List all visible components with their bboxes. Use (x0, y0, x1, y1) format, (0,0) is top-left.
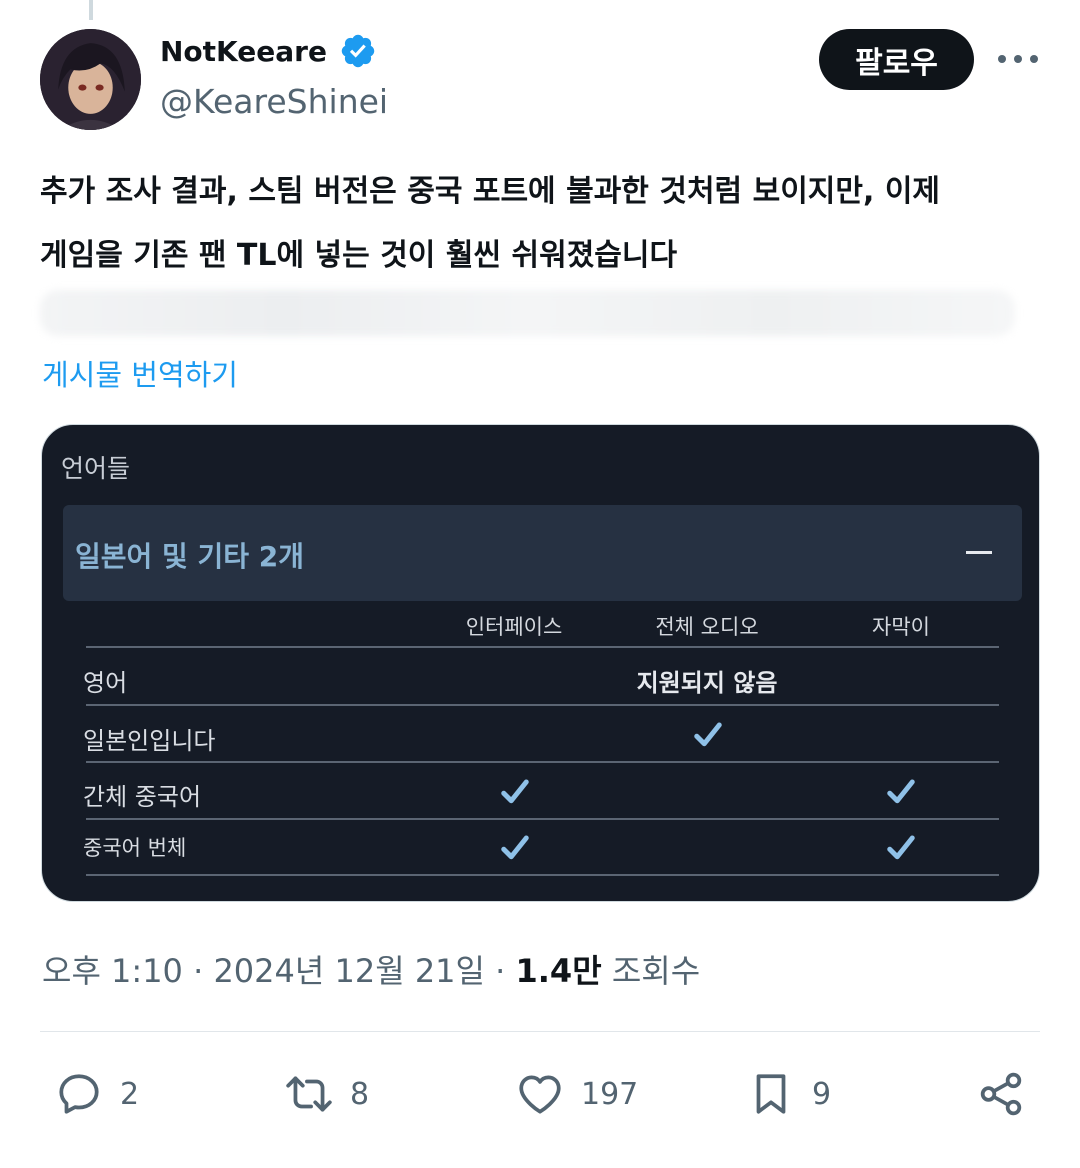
attached-image[interactable]: 언어들 일본어 및 기타 2개 인터페이스 전체 오디오 자막이 영어 지원되지… (41, 424, 1040, 902)
verified-badge-icon (341, 34, 375, 68)
avatar-image (40, 29, 141, 130)
follow-button[interactable]: 팔로우 (819, 29, 974, 90)
column-header-full-audio: 전체 오디오 (655, 615, 759, 639)
checkmark-icon (501, 779, 529, 804)
tweet-text: 추가 조사 결과, 스팀 버전은 중국 포트에 불과한 것처럼 보이지만, 이제… (40, 160, 1030, 288)
column-header-subtitles: 자막이 (872, 615, 930, 639)
views-label: 조회수 (611, 952, 701, 990)
row-note-unsupported: 지원되지 않음 (636, 669, 778, 697)
like-button[interactable]: 197 (515, 1066, 638, 1122)
heart-icon (519, 1075, 561, 1114)
collapse-icon (966, 551, 992, 554)
checkmark-icon (887, 835, 915, 860)
table-divider (86, 818, 999, 820)
thread-connector-line (89, 0, 93, 20)
table-divider (86, 874, 999, 876)
meta-separator: · (495, 952, 506, 990)
views-count: 1.4만 (515, 952, 602, 990)
like-count: 197 (581, 1076, 639, 1112)
table-divider (86, 704, 999, 706)
tweet-text-line-1: 추가 조사 결과, 스팀 버전은 중국 포트에 불과한 것처럼 보이지만, 이제 (40, 174, 941, 209)
row-label-english: 영어 (83, 669, 128, 697)
repost-button[interactable]: 8 (284, 1066, 369, 1122)
translate-post-link[interactable]: 게시물 번역하기 (42, 352, 238, 394)
post-date[interactable]: 2024년 12월 21일 (213, 952, 485, 990)
divider (40, 1031, 1040, 1032)
row-label-japanese: 일본인입니다 (83, 727, 216, 755)
column-header-interface: 인터페이스 (465, 615, 563, 639)
share-icon (980, 1072, 1022, 1116)
checkmark-icon (887, 779, 915, 804)
more-options-icon[interactable] (998, 44, 1038, 74)
row-label-simplified-chinese: 간체 중국어 (83, 783, 202, 811)
row-label-traditional-chinese: 중국어 번체 (83, 836, 187, 860)
repost-icon (286, 1076, 332, 1112)
languages-heading: 언어들 (61, 454, 131, 483)
table-divider (86, 761, 999, 763)
bookmark-count: 9 (812, 1076, 832, 1112)
table-divider (86, 646, 999, 648)
bookmark-button[interactable]: 9 (746, 1066, 831, 1122)
language-section-title: 일본어 및 기타 2개 (75, 540, 305, 573)
checkmark-icon (694, 722, 722, 747)
bookmark-icon (756, 1074, 786, 1114)
blurred-text-line (40, 290, 1015, 336)
meta-separator: · (193, 952, 204, 990)
author-handle[interactable]: @KeareShinei (160, 82, 388, 121)
post-time[interactable]: 오후 1:10 (42, 952, 183, 990)
avatar[interactable] (40, 29, 141, 130)
repost-count: 8 (350, 1076, 370, 1112)
tweet-text-line-2: 게임을 기존 팬 TL에 넣는 것이 훨씬 쉬워졌습니다 (40, 238, 678, 273)
language-section-header: 일본어 및 기타 2개 (63, 505, 1022, 601)
reply-button[interactable]: 2 (54, 1066, 139, 1122)
tweet-metadata: 오후 1:10 · 2024년 12월 21일 · 1.4만 조회수 (42, 946, 700, 992)
author-display-name[interactable]: NotKeeare (160, 35, 327, 68)
checkmark-icon (501, 835, 529, 860)
share-button[interactable] (976, 1066, 1026, 1122)
reply-icon (59, 1074, 99, 1114)
reply-count: 2 (120, 1076, 140, 1112)
